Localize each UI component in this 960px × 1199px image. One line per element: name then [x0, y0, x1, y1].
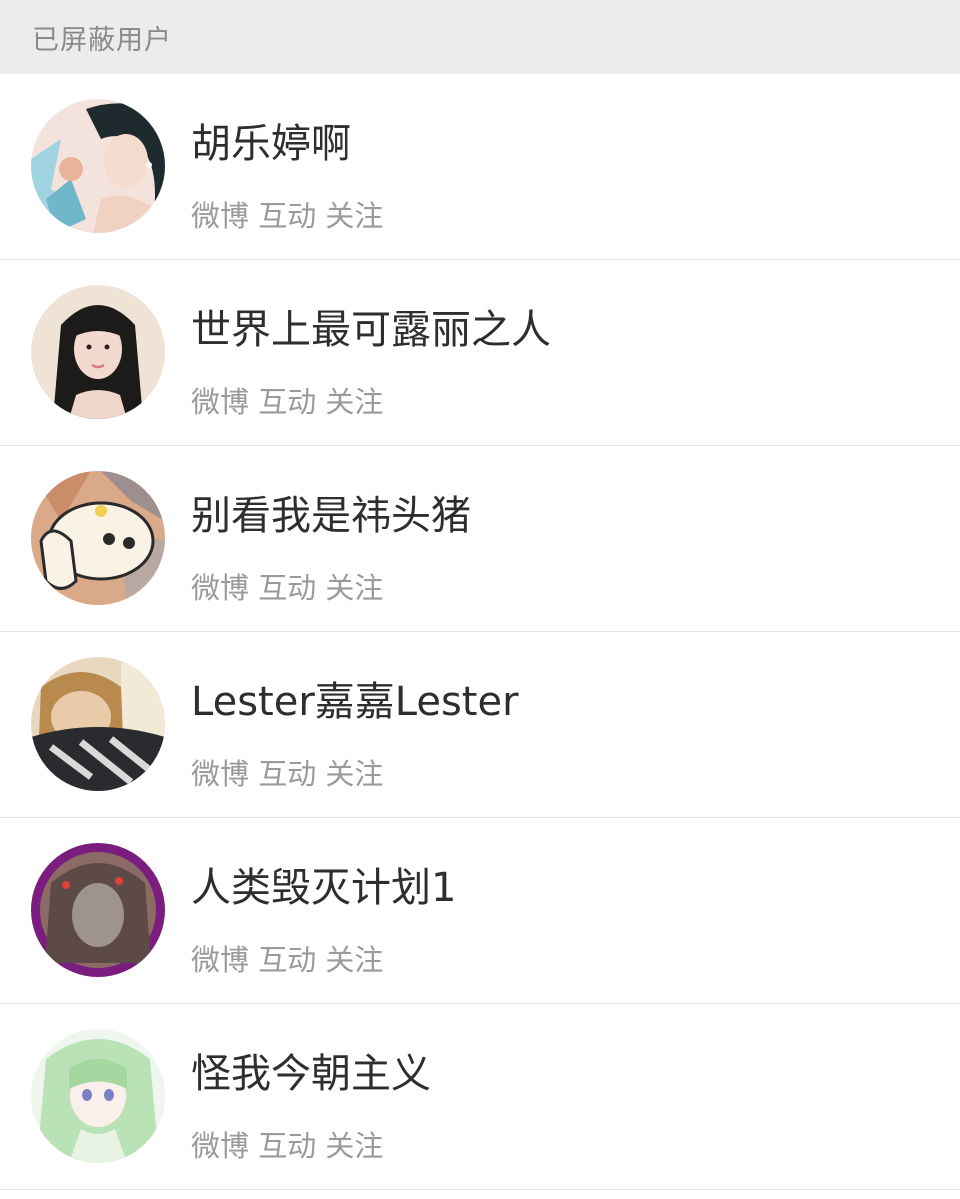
- block-scope-tags: 微博 互动 关注: [191, 385, 384, 419]
- user-name: 胡乐婷啊: [191, 121, 351, 167]
- user-name: 别看我是祎头猪: [191, 493, 471, 539]
- blurred-face-avatar-icon: [31, 843, 165, 977]
- user-row[interactable]: 人类毁灭计划1 微博 互动 关注: [0, 818, 960, 1004]
- block-scope-tags: 微博 互动 关注: [191, 1129, 384, 1163]
- blocked-users-header: 已屏蔽用户: [0, 0, 960, 74]
- block-scope-tags: 微博 互动 关注: [191, 943, 384, 977]
- block-scope-tags: 微博 互动 关注: [191, 199, 384, 233]
- user-row[interactable]: 怪我今朝主义 微博 互动 关注: [0, 1004, 960, 1190]
- user-name: 人类毁灭计划1: [191, 865, 457, 911]
- user-row[interactable]: 世界上最可露丽之人 微博 互动 关注: [0, 260, 960, 446]
- user-name: 世界上最可露丽之人: [191, 307, 551, 353]
- user-avatar[interactable]: [31, 99, 165, 233]
- user-name: Lester嘉嘉Lester: [191, 679, 519, 725]
- user-name: 怪我今朝主义: [191, 1051, 431, 1097]
- user-row[interactable]: 别看我是祎头猪 微博 互动 关注: [0, 446, 960, 632]
- block-scope-tags: 微博 互动 关注: [191, 757, 384, 791]
- blocked-user-list: 胡乐婷啊 微博 互动 关注 世界上最可露丽之人 微博 互动 关注 别看我是祎头猪…: [0, 74, 960, 1190]
- user-avatar[interactable]: [31, 843, 165, 977]
- user-avatar[interactable]: [31, 471, 165, 605]
- user-row[interactable]: 胡乐婷啊 微博 互动 关注: [0, 74, 960, 260]
- person-with-scarf-avatar-icon: [31, 657, 165, 791]
- block-scope-tags: 微博 互动 关注: [191, 571, 384, 605]
- user-avatar[interactable]: [31, 285, 165, 419]
- section-title: 已屏蔽用户: [32, 24, 172, 56]
- woman-portrait-avatar-icon: [31, 285, 165, 419]
- user-avatar[interactable]: [31, 1029, 165, 1163]
- user-row[interactable]: Lester嘉嘉Lester 微博 互动 关注: [0, 632, 960, 818]
- anime-girl-avatar-icon: [31, 1029, 165, 1163]
- woman-portrait-avatar-icon: [31, 99, 165, 233]
- cartoon-character-avatar-icon: [31, 471, 165, 605]
- user-avatar[interactable]: [31, 657, 165, 791]
